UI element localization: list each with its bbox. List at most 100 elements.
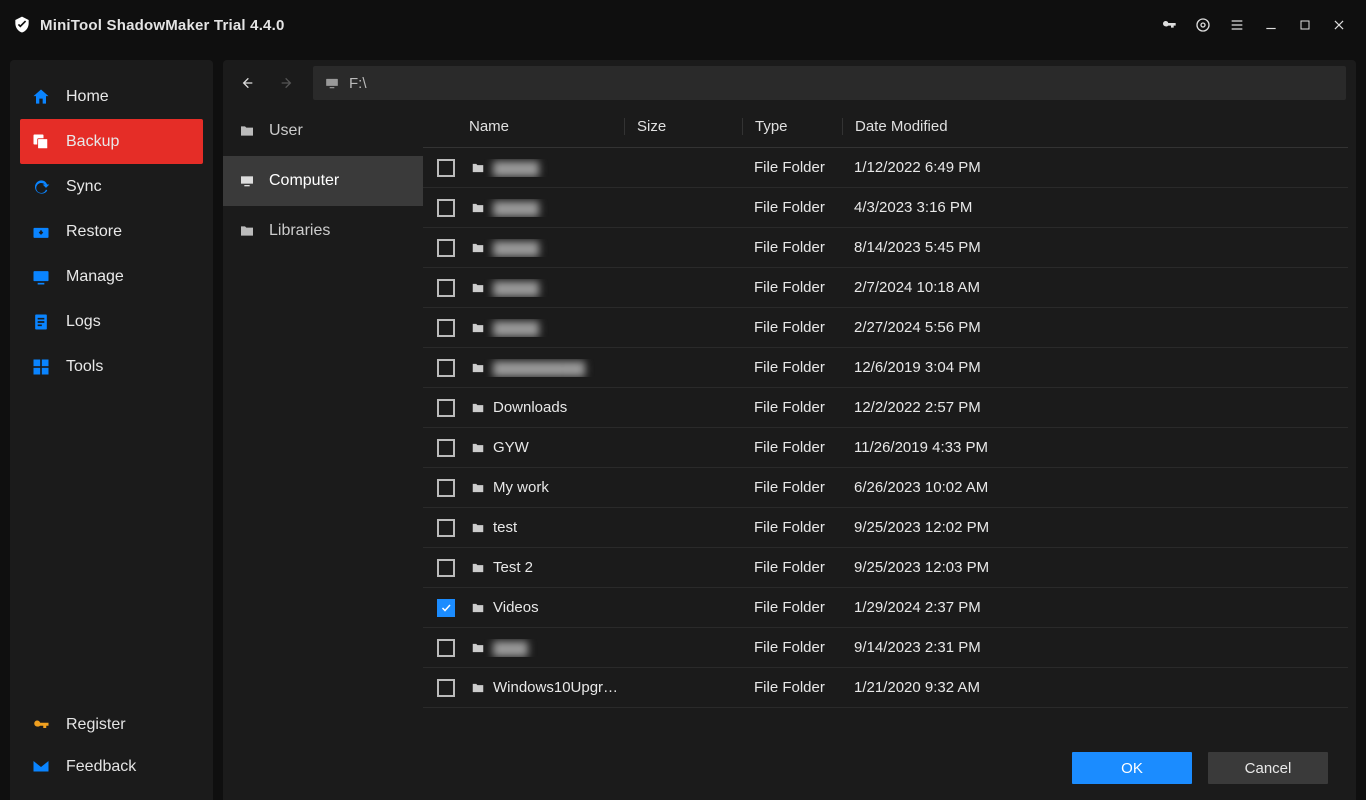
folder-icon	[469, 161, 487, 175]
app-title: MiniTool ShadowMaker Trial 4.4.0	[40, 17, 285, 34]
computer-icon	[237, 173, 257, 189]
register-key-icon[interactable]	[1160, 16, 1178, 34]
row-type-cell: File Folder	[742, 199, 842, 216]
row-checkbox[interactable]	[437, 359, 455, 377]
register-link[interactable]: Register	[10, 704, 213, 746]
file-list[interactable]: ▇▇▇▇File Folder1/12/2022 6:49 PM▇▇▇▇File…	[423, 148, 1348, 736]
feedback-link[interactable]: Feedback	[10, 746, 213, 788]
row-checkbox[interactable]	[437, 399, 455, 417]
column-type[interactable]: Type	[742, 118, 842, 135]
row-type-cell: File Folder	[742, 279, 842, 296]
folder-icon	[469, 601, 487, 615]
sidebar: Home Backup Sync Restore Manage Logs	[10, 60, 213, 800]
menu-icon[interactable]	[1228, 16, 1246, 34]
row-type-cell: File Folder	[742, 479, 842, 496]
row-date-cell: 1/12/2022 6:49 PM	[842, 159, 1088, 176]
folder-icon	[469, 401, 487, 415]
column-size[interactable]: Size	[624, 118, 742, 135]
row-checkbox[interactable]	[437, 639, 455, 657]
sidebar-item-sync[interactable]: Sync	[10, 164, 213, 209]
row-checkbox[interactable]	[437, 159, 455, 177]
column-name[interactable]: Name	[469, 118, 624, 135]
location-user[interactable]: User	[223, 106, 423, 156]
sidebar-item-logs[interactable]: Logs	[10, 299, 213, 344]
row-name-cell: GYW	[469, 439, 624, 456]
row-checkbox[interactable]	[437, 439, 455, 457]
table-row[interactable]: ▇▇▇▇▇▇▇▇File Folder12/6/2019 3:04 PM	[423, 348, 1348, 388]
row-checkbox[interactable]	[437, 519, 455, 537]
row-checkbox[interactable]	[437, 679, 455, 697]
table-row[interactable]: Test 2File Folder9/25/2023 12:03 PM	[423, 548, 1348, 588]
table-row[interactable]: Videos File Folder1/29/2024 2:37 PM	[423, 588, 1348, 628]
location-computer[interactable]: Computer	[223, 156, 423, 206]
table-row[interactable]: ▇▇▇▇File Folder8/14/2023 5:45 PM	[423, 228, 1348, 268]
table-row[interactable]: DownloadsFile Folder12/2/2022 2:57 PM	[423, 388, 1348, 428]
close-icon[interactable]	[1330, 16, 1348, 34]
location-libraries[interactable]: Libraries	[223, 206, 423, 256]
row-name-cell: Windows10Upgr…	[469, 679, 624, 696]
location-label: User	[269, 122, 303, 140]
sidebar-item-restore[interactable]: Restore	[10, 209, 213, 254]
row-checkbox[interactable]	[437, 479, 455, 497]
app-logo-icon	[12, 15, 32, 35]
path-bar[interactable]: F:\	[313, 66, 1346, 100]
folder-icon	[469, 321, 487, 335]
minimize-icon[interactable]	[1262, 16, 1280, 34]
row-name-cell: ▇▇▇▇	[469, 159, 624, 177]
table-row[interactable]: GYWFile Folder11/26/2019 4:33 PM	[423, 428, 1348, 468]
row-checkbox[interactable]	[437, 199, 455, 217]
row-date-cell: 4/3/2023 3:16 PM	[842, 199, 1088, 216]
path-text: F:\	[349, 75, 367, 92]
row-type-cell: File Folder	[742, 439, 842, 456]
table-row[interactable]: ▇▇▇▇File Folder2/7/2024 10:18 AM	[423, 268, 1348, 308]
maximize-icon[interactable]	[1296, 16, 1314, 34]
row-type-cell: File Folder	[742, 599, 842, 616]
table-row[interactable]: ▇▇▇▇ File Folder1/12/2022 6:49 PM	[423, 148, 1348, 188]
row-checkbox[interactable]	[437, 279, 455, 297]
row-date-cell: 2/27/2024 5:56 PM	[842, 319, 1088, 336]
table-row[interactable]: testFile Folder9/25/2023 12:02 PM	[423, 508, 1348, 548]
ok-button[interactable]: OK	[1072, 752, 1192, 784]
sidebar-item-manage[interactable]: Manage	[10, 254, 213, 299]
feedback-icon	[30, 758, 52, 776]
logs-icon	[30, 311, 52, 333]
table-row[interactable]: ▇▇▇▇File Folder4/3/2023 3:16 PM	[423, 188, 1348, 228]
folder-icon	[469, 641, 487, 655]
folder-icon	[469, 441, 487, 455]
sidebar-item-label: Tools	[66, 358, 103, 376]
row-date-cell: 12/2/2022 2:57 PM	[842, 399, 1088, 416]
row-checkbox[interactable]	[437, 559, 455, 577]
help-icon[interactable]	[1194, 16, 1212, 34]
row-type-cell: File Folder	[742, 239, 842, 256]
file-browser-panel: F:\ User Computer Libraries	[223, 60, 1356, 800]
location-label: Libraries	[269, 222, 330, 240]
nav-forward-button[interactable]	[273, 69, 301, 97]
cancel-button[interactable]: Cancel	[1208, 752, 1328, 784]
row-name-cell: Videos	[469, 599, 624, 616]
row-checkbox[interactable]	[437, 239, 455, 257]
row-type-cell: File Folder	[742, 519, 842, 536]
row-type-cell: File Folder	[742, 399, 842, 416]
table-row[interactable]: Windows10Upgr…File Folder1/21/2020 9:32 …	[423, 668, 1348, 708]
folder-icon	[469, 361, 487, 375]
row-date-cell: 1/29/2024 2:37 PM	[842, 599, 1088, 616]
row-date-cell: 12/6/2019 3:04 PM	[842, 359, 1088, 376]
table-row[interactable]: ▇▇▇▇File Folder2/27/2024 5:56 PM	[423, 308, 1348, 348]
table-row[interactable]: ▇▇▇File Folder9/14/2023 2:31 PM	[423, 628, 1348, 668]
sidebar-item-backup[interactable]: Backup	[20, 119, 203, 164]
table-row[interactable]: My workFile Folder6/26/2023 10:02 AM	[423, 468, 1348, 508]
row-type-cell: File Folder	[742, 639, 842, 656]
folder-icon	[469, 681, 487, 695]
sidebar-item-home[interactable]: Home	[10, 74, 213, 119]
nav-back-button[interactable]	[233, 69, 261, 97]
row-name-cell: ▇▇▇▇	[469, 319, 624, 337]
row-date-cell: 9/25/2023 12:03 PM	[842, 559, 1088, 576]
column-date[interactable]: Date Modified	[842, 118, 992, 135]
row-type-cell: File Folder	[742, 159, 842, 176]
row-date-cell: 6/26/2023 10:02 AM	[842, 479, 1088, 496]
sidebar-item-tools[interactable]: Tools	[10, 344, 213, 389]
sidebar-item-label: Backup	[66, 133, 119, 151]
location-panel: User Computer Libraries	[223, 106, 423, 736]
row-checkbox[interactable]	[437, 319, 455, 337]
row-checkbox[interactable]	[437, 599, 455, 617]
